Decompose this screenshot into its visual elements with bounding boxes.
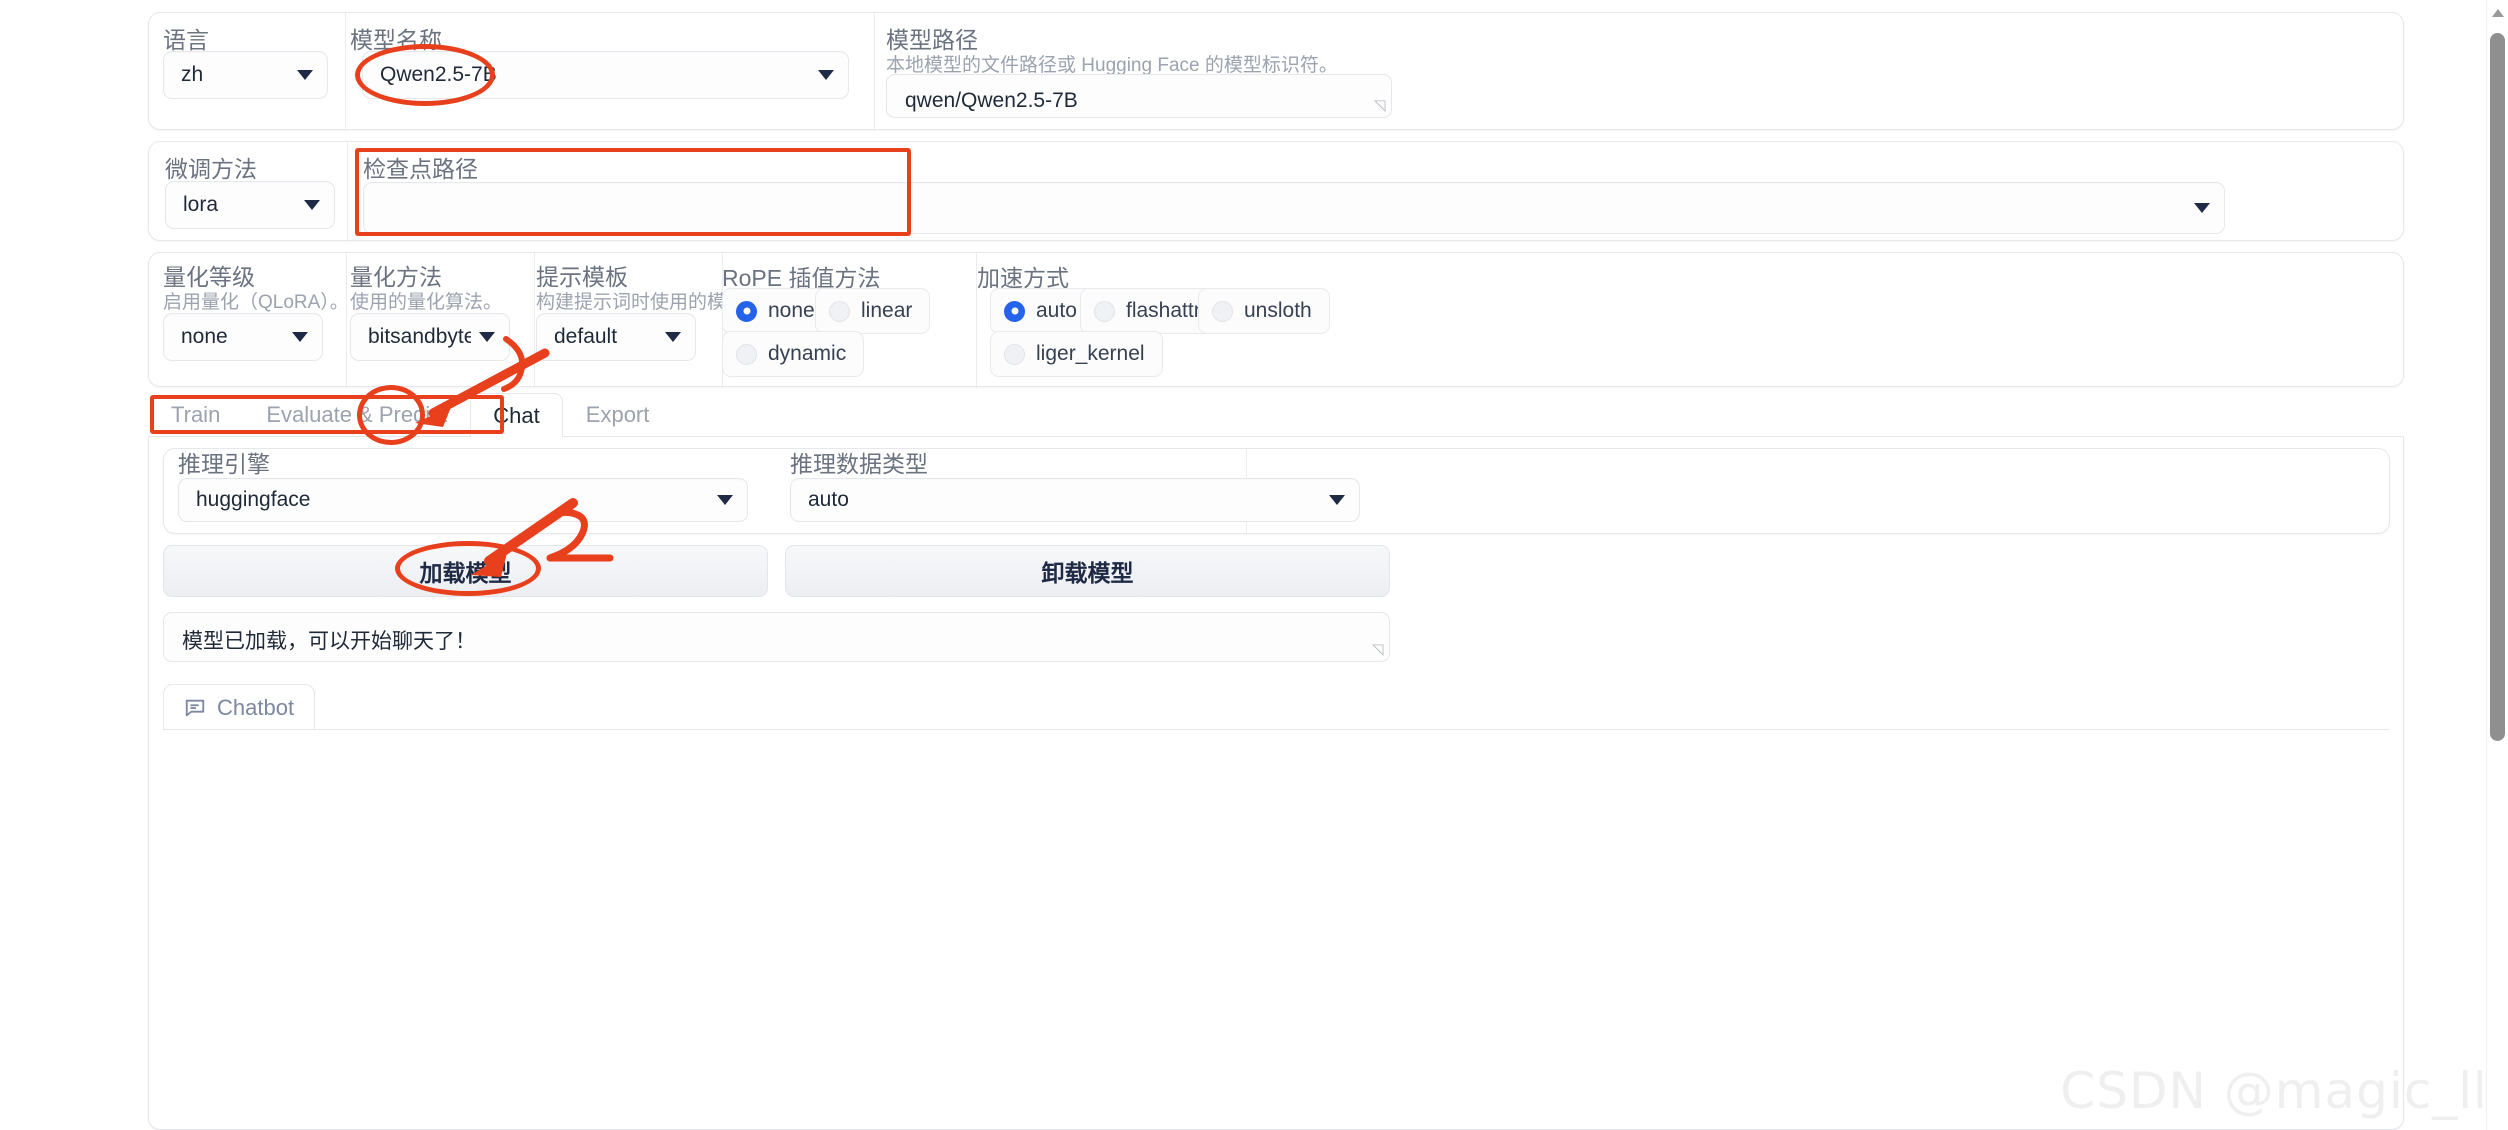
- radio-icon[interactable]: [1004, 300, 1025, 322]
- finetuning-value: lora: [183, 193, 219, 216]
- model-path-value: qwen/Qwen2.5-7B: [905, 89, 1078, 112]
- quant-bit-dropdown[interactable]: none: [163, 313, 323, 361]
- chevron-down-icon: [292, 332, 308, 342]
- model-path-field: 模型路径 本地模型的文件路径或 Hugging Face 的模型标识符。: [886, 26, 1338, 78]
- tab-label: Chat: [493, 402, 540, 428]
- finetuning-dropdown[interactable]: lora: [165, 181, 335, 229]
- tab-export[interactable]: Export: [563, 392, 673, 436]
- quant-method-value: bitsandbytes: [368, 325, 471, 348]
- rope-option-label: linear: [861, 299, 913, 322]
- infer-backend-label: 推理引擎: [178, 451, 270, 477]
- chevron-down-icon: [479, 332, 495, 342]
- template-value: default: [554, 325, 618, 348]
- tab-train[interactable]: Train: [148, 392, 243, 436]
- chevron-down-icon: [665, 332, 681, 342]
- quant-bit-label: 量化等级: [163, 264, 255, 290]
- tab-label: Export: [585, 401, 650, 427]
- quant-bit-value: none: [181, 325, 228, 348]
- language-value: zh: [181, 63, 204, 86]
- rope-option-dynamic[interactable]: dynamic: [722, 331, 865, 377]
- infer-dtype-value: auto: [808, 488, 849, 511]
- radio-icon[interactable]: [1094, 300, 1115, 322]
- model-name-value: Qwen2.5-7B: [380, 63, 497, 86]
- chevron-down-icon: [304, 200, 320, 210]
- model-path-input[interactable]: qwen/Qwen2.5-7B ◸: [886, 74, 1392, 118]
- infer-dtype-field: 推理数据类型: [790, 450, 928, 478]
- chat-bubble-icon: [185, 699, 205, 716]
- unload-model-label: 卸载模型: [1041, 560, 1134, 586]
- infer-backend-value: huggingface: [196, 488, 311, 511]
- vertical-scrollbar[interactable]: [2486, 0, 2508, 1130]
- model-name-label: 模型名称: [350, 27, 442, 53]
- app-root: 语言 zh 模型名称 Qwen2.5-7B 模型路径 本地模型的文件路径或 Hu…: [0, 0, 2508, 1130]
- unload-model-button[interactable]: 卸载模型: [785, 545, 1390, 597]
- chatbot-tab-label: Chatbot: [217, 694, 295, 720]
- quant-method-dropdown[interactable]: bitsandbytes: [350, 313, 510, 361]
- load-model-label: 加载模型: [419, 560, 512, 586]
- chevron-down-icon: [818, 70, 834, 80]
- booster-option-label: auto: [1036, 299, 1077, 322]
- quant-bit-field: 量化等级 启用量化（QLoRA）。: [163, 263, 349, 315]
- booster-option-liger-kernel[interactable]: liger_kernel: [990, 331, 1163, 377]
- watermark: CSDN @magic_ll: [2060, 1062, 2488, 1120]
- finetuning-label: 微调方法: [165, 156, 257, 182]
- resize-grip-icon[interactable]: ◸: [1374, 96, 1386, 114]
- checkpoint-field: 检查点路径: [363, 155, 478, 183]
- finetuning-field: 微调方法: [165, 155, 257, 183]
- load-model-button[interactable]: 加载模型: [163, 545, 768, 597]
- chevron-down-icon: [2194, 203, 2210, 213]
- radio-icon[interactable]: [1004, 343, 1025, 365]
- model-name-dropdown[interactable]: Qwen2.5-7B: [362, 51, 849, 99]
- checkpoint-dropdown[interactable]: [363, 182, 2225, 234]
- infer-dtype-label: 推理数据类型: [790, 451, 928, 477]
- quant-method-field: 量化方法 使用的量化算法。: [350, 263, 502, 315]
- booster-option-unsloth[interactable]: unsloth: [1198, 288, 1330, 334]
- chatbot-section-tab[interactable]: Chatbot: [163, 684, 316, 730]
- radio-icon[interactable]: [736, 300, 757, 322]
- radio-icon[interactable]: [829, 300, 850, 322]
- chevron-down-icon: [297, 70, 313, 80]
- quant-method-description: 使用的量化算法。: [350, 292, 503, 313]
- model-status-text: 模型已加载，可以开始聊天了！: [182, 630, 476, 653]
- template-dropdown[interactable]: default: [536, 313, 696, 361]
- infer-backend-dropdown[interactable]: huggingface: [178, 478, 748, 522]
- scroll-up-arrow-icon[interactable]: [2492, 9, 2504, 17]
- checkpoint-label: 检查点路径: [363, 156, 478, 182]
- chevron-down-icon: [1329, 495, 1345, 505]
- infer-backend-field: 推理引擎: [178, 450, 270, 478]
- radio-icon[interactable]: [1212, 300, 1233, 322]
- tab-evaluate-predict[interactable]: Evaluate & Predict: [243, 392, 470, 436]
- tab-label: Train: [171, 401, 221, 427]
- scrollbar-thumb[interactable]: [2490, 33, 2505, 741]
- rope-option-linear[interactable]: linear: [815, 288, 931, 334]
- language-field: 语言: [163, 26, 343, 54]
- tab-label: Evaluate & Predict: [266, 401, 448, 427]
- language-label: 语言: [163, 27, 209, 53]
- model-name-field: 模型名称: [350, 26, 442, 54]
- infer-dtype-dropdown[interactable]: auto: [790, 478, 1360, 522]
- model-status-box: 模型已加载，可以开始聊天了！ ◸: [163, 612, 1390, 662]
- tab-chat[interactable]: Chat: [470, 393, 563, 437]
- booster-option-label: unsloth: [1244, 299, 1312, 322]
- quant-bit-description: 启用量化（QLoRA）。: [163, 292, 349, 313]
- resize-grip-icon[interactable]: ◸: [1372, 640, 1384, 658]
- radio-icon[interactable]: [736, 343, 757, 365]
- main-tabbar: Train Evaluate & Predict Chat Export: [148, 392, 2404, 437]
- quant-method-label: 量化方法: [350, 264, 442, 290]
- chevron-down-icon: [717, 495, 733, 505]
- booster-option-label: liger_kernel: [1036, 342, 1145, 365]
- chatbot-tab-underline: [163, 729, 2390, 730]
- model-path-label: 模型路径: [886, 27, 978, 53]
- chat-tab-panel: [148, 437, 2404, 1130]
- rope-option-label: dynamic: [768, 342, 847, 365]
- rope-option-label: none: [768, 299, 815, 322]
- language-dropdown[interactable]: zh: [163, 51, 328, 99]
